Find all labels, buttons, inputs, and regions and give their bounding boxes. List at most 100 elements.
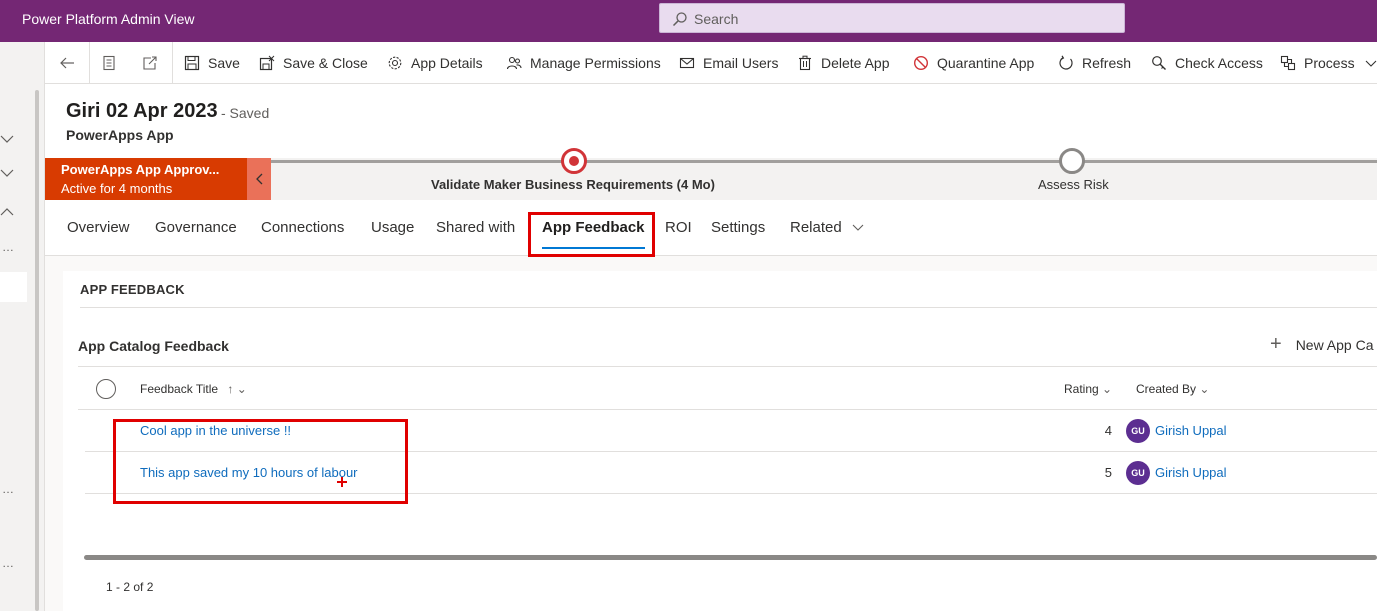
sort-ascending-icon: ↑ [227, 382, 234, 396]
chevron-down-icon[interactable] [0, 134, 14, 144]
subgrid-title: App Catalog Feedback [78, 338, 229, 354]
business-process-flow: PowerApps App Approv... Active for 4 mon… [45, 148, 1377, 200]
form-view-button[interactable] [101, 42, 125, 84]
tab-related-label: Related [790, 219, 842, 236]
highlight-box-rows [113, 419, 408, 504]
tab-roi[interactable]: ROI [665, 219, 692, 236]
column-header-title[interactable]: Feedback Title ↑ ⌄ [140, 382, 247, 396]
tab-usage[interactable]: Usage [371, 219, 414, 236]
document-icon [103, 55, 115, 71]
tab-shared-with[interactable]: Shared with [436, 219, 515, 236]
process-icon [1280, 55, 1296, 71]
key-search-icon [1152, 56, 1166, 70]
back-arrow-icon [60, 57, 74, 69]
tab-governance[interactable]: Governance [155, 219, 237, 236]
chevron-down-icon [1365, 60, 1376, 67]
process-label: Process [1304, 55, 1355, 71]
app-details-label: App Details [411, 55, 483, 71]
process-name: PowerApps App Approv... [61, 162, 220, 177]
process-button[interactable]: Process [1280, 42, 1377, 84]
gear-icon [388, 56, 402, 70]
new-feedback-label: New App Ca [1295, 336, 1374, 353]
record-header: Giri 02 Apr 2023 - Saved PowerApps App [45, 84, 1377, 158]
new-feedback-button[interactable]: + New App Ca [1270, 333, 1374, 356]
manage-permissions-label: Manage Permissions [530, 55, 661, 71]
horizontal-scrollbar[interactable] [84, 555, 1377, 560]
select-all-checkbox[interactable] [96, 379, 116, 399]
column-created-by-label: Created By [1136, 382, 1197, 396]
ellipsis-icon: … [2, 482, 14, 496]
save-status: - Saved [221, 105, 270, 121]
stage-label: Assess Risk [1038, 177, 1109, 192]
rating-value: 5 [1104, 465, 1112, 480]
tab-connections[interactable]: Connections [261, 219, 344, 236]
save-close-label: Save & Close [283, 55, 368, 71]
email-users-button[interactable]: Email Users [679, 42, 778, 84]
chevron-down-icon: ⌄ [1102, 382, 1113, 396]
chevron-down-icon[interactable] [0, 168, 14, 178]
section-title: APP FEEDBACK [80, 282, 185, 297]
save-button[interactable]: Save [184, 42, 240, 84]
selected-nav-item[interactable] [0, 272, 27, 302]
column-header-rating[interactable]: Rating ⌄ [1064, 382, 1112, 396]
created-by-link[interactable]: Girish Uppal [1155, 465, 1227, 480]
refresh-icon [1059, 55, 1073, 70]
record-entity-type: PowerApps App [66, 127, 174, 143]
record-title: Giri 02 Apr 2023 [66, 100, 218, 122]
left-navigation: … … … [0, 42, 45, 611]
tab-settings[interactable]: Settings [711, 219, 765, 236]
people-icon [506, 56, 522, 70]
delete-app-button[interactable]: Delete App [797, 42, 890, 84]
quarantine-app-label: Quarantine App [937, 55, 1035, 71]
chevron-left-icon [256, 173, 263, 185]
search-placeholder: Search [694, 11, 739, 27]
manage-permissions-button[interactable]: Manage Permissions [506, 42, 661, 84]
command-bar: Save Save & Close App Details Manage Per… [45, 42, 1377, 84]
refresh-button[interactable]: Refresh [1058, 42, 1131, 84]
check-access-label: Check Access [1175, 55, 1263, 71]
ellipsis-icon: … [2, 240, 14, 254]
tab-related[interactable]: Related [790, 219, 864, 236]
chevron-down-icon: ⌄ [236, 382, 247, 396]
column-rating-label: Rating [1064, 382, 1099, 396]
column-header-created-by[interactable]: Created By ⌄ [1136, 382, 1209, 396]
open-new-window-button[interactable] [142, 42, 166, 84]
back-button[interactable] [59, 42, 83, 84]
chevron-down-icon: ⌄ [1199, 382, 1210, 396]
app-title[interactable]: Power Platform Admin View [22, 11, 194, 27]
pending-stage-icon [1059, 148, 1085, 174]
process-collapse-button[interactable] [247, 158, 271, 200]
delete-app-label: Delete App [821, 55, 890, 71]
process-status: Active for 4 months [61, 181, 173, 196]
email-users-label: Email Users [703, 55, 779, 71]
ellipsis-icon: … [2, 556, 14, 570]
crosshair-cursor-icon [337, 477, 347, 487]
refresh-label: Refresh [1082, 55, 1132, 71]
check-access-button[interactable]: Check Access [1151, 42, 1263, 84]
active-stage-icon [561, 148, 587, 174]
process-line [271, 160, 1377, 163]
email-icon [679, 57, 695, 69]
pagination-status: 1 - 2 of 2 [106, 580, 154, 594]
highlight-box-tab [528, 212, 655, 257]
tab-overview[interactable]: Overview [67, 219, 130, 236]
stage-label: Validate Maker Business Requirements (4 … [431, 177, 715, 192]
nav-scrollbar[interactable] [35, 90, 39, 611]
column-title-label: Feedback Title [140, 382, 219, 396]
save-close-button[interactable]: Save & Close [259, 42, 368, 84]
quarantine-app-button[interactable]: Quarantine App [913, 42, 1034, 84]
process-flag[interactable]: PowerApps App Approv... Active for 4 mon… [45, 158, 247, 200]
form-tabs: Overview Governance Connections Usage Sh… [45, 200, 1377, 257]
chevron-down-icon [852, 224, 864, 231]
save-icon [184, 55, 200, 71]
app-feedback-section: APP FEEDBACK App Catalog Feedback + New … [63, 271, 1377, 611]
chevron-up-icon[interactable] [0, 207, 14, 217]
avatar: GU [1126, 419, 1150, 443]
created-by-link[interactable]: Girish Uppal [1155, 423, 1227, 438]
rating-value: 4 [1104, 423, 1112, 438]
app-details-button[interactable]: App Details [387, 42, 483, 84]
search-box[interactable]: Search [659, 3, 1125, 33]
top-bar: Power Platform Admin View Search [0, 0, 1377, 42]
pop-out-icon [143, 56, 157, 70]
block-icon [913, 55, 929, 71]
